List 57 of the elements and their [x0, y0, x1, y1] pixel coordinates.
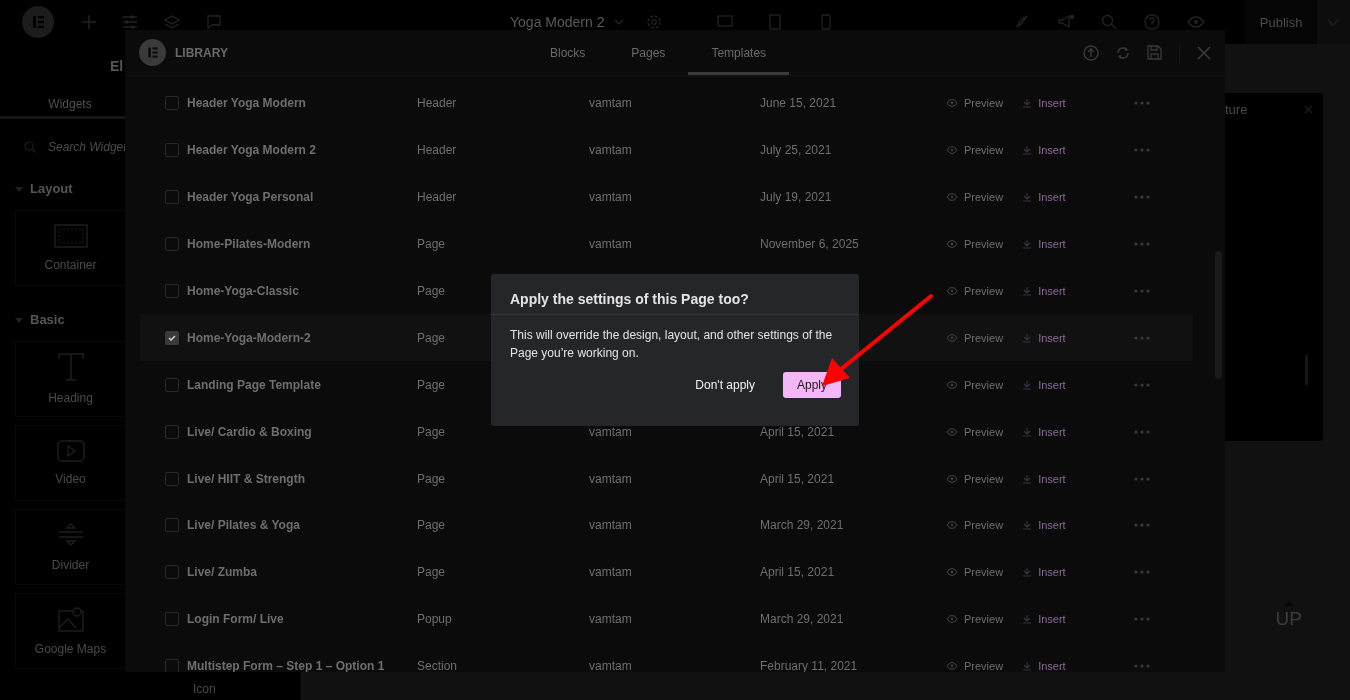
template-name: Landing Page Template: [187, 377, 322, 392]
template-type: Page: [417, 471, 446, 486]
panel-title: El: [110, 58, 124, 74]
template-author: vamtam: [589, 612, 632, 627]
template-name: Header Yoga Personal: [187, 190, 315, 205]
template-type: Page: [417, 284, 446, 298]
template-date: April 15, 2021: [760, 424, 835, 439]
template-author: vamtam: [589, 565, 632, 580]
template-author: vamtam: [589, 659, 632, 672]
dialog-title: Apply the settings of this Page too?: [491, 274, 859, 315]
template-type: Page: [417, 377, 446, 392]
widget-label: Video: [55, 472, 86, 486]
template-date: April 15, 2021: [760, 565, 835, 580]
widget-label: Divider: [51, 558, 90, 572]
template-date: November 6, 2025: [760, 237, 859, 252]
widget-label: Container: [44, 258, 97, 272]
template-date: June 15, 2021: [760, 96, 837, 111]
template-type: Page: [417, 237, 446, 252]
template-name: Home-Pilates-Modern: [187, 237, 312, 252]
template-name: Multistep Form – Step 1 – Option 1: [187, 659, 386, 672]
template-date: April 15, 2021: [760, 471, 835, 486]
template-name: Header Yoga Modern: [187, 96, 307, 111]
template-name: Live/ HIIT & Strength: [187, 471, 306, 486]
template-author: vamtam: [589, 237, 632, 252]
popup-title: ture: [1225, 102, 1248, 117]
template-author: vamtam: [589, 471, 632, 486]
template-author: vamtam: [589, 518, 632, 533]
template-name: Live/ Cardio & Boxing: [187, 424, 313, 439]
widget-label: Google Maps: [34, 642, 107, 656]
template-author: vamtam: [589, 424, 632, 439]
template-type: Page: [417, 424, 446, 439]
template-name: Live/ Zumba: [187, 565, 258, 580]
template-type: Popup: [417, 612, 452, 627]
widget-label: Icon: [193, 682, 216, 696]
template-name: Live/ Pilates & Yoga: [187, 518, 301, 533]
template-type: Page: [417, 565, 446, 580]
template-type: Page: [417, 330, 446, 345]
template-name: Home-Yoga-Modern-2: [187, 330, 312, 345]
template-date: March 29, 2021: [760, 518, 844, 533]
template-date: July 25, 2021: [760, 143, 832, 158]
library-title: LIBRARY: [175, 45, 228, 60]
template-type: Header: [417, 143, 457, 158]
template-author: vamtam: [589, 190, 632, 205]
widget-label: Heading: [48, 391, 93, 405]
template-date: July 19, 2021: [760, 190, 832, 205]
template-date: February 11, 2021: [760, 659, 858, 672]
template-type: Header: [417, 96, 457, 111]
template-name: Home-Yoga-Classic: [187, 284, 300, 298]
template-type: Section: [417, 659, 458, 672]
template-author: vamtam: [589, 96, 632, 111]
template-type: Header: [417, 190, 457, 205]
template-author: vamtam: [589, 143, 632, 158]
template-name: Login Form/ Live: [187, 612, 285, 627]
template-type: Page: [417, 518, 446, 533]
dialog-message: This will override the design, layout, and other settings of the Page you’re working on.: [509, 327, 834, 362]
template-name: Header Yoga Modern 2: [187, 143, 317, 158]
template-date: March 29, 2021: [760, 612, 844, 627]
